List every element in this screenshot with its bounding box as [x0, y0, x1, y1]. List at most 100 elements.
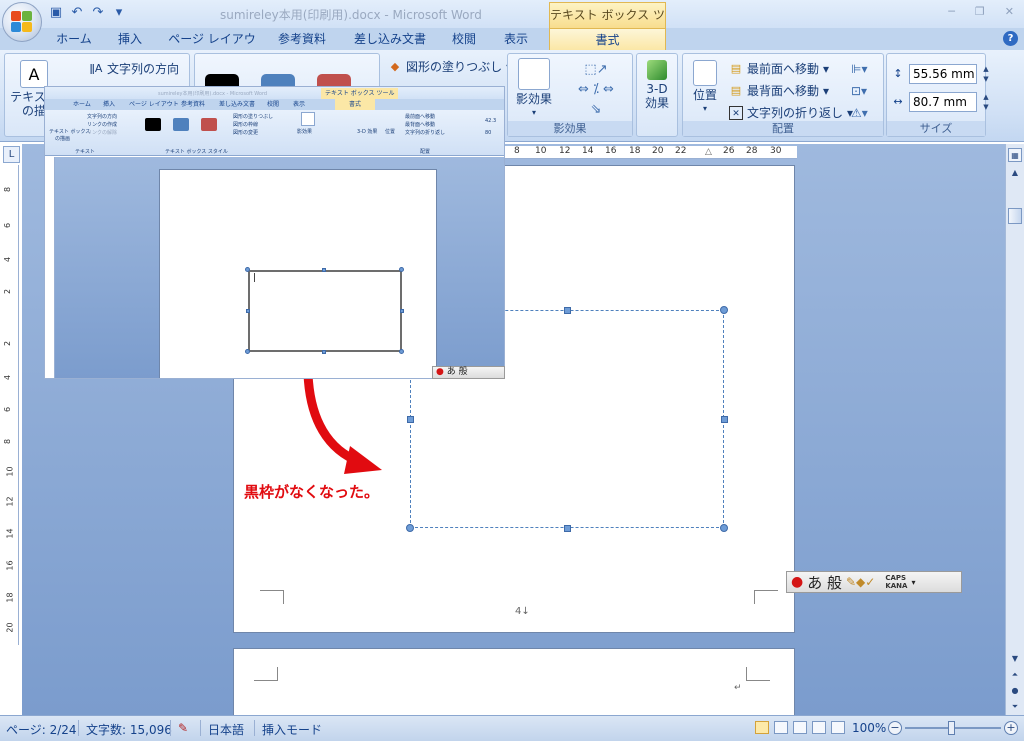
- undo-icon[interactable]: ↶: [69, 5, 85, 21]
- help-icon[interactable]: ?: [1003, 31, 1018, 46]
- quick-access-toolbar: ▣ ↶ ↷ ▾: [48, 4, 127, 22]
- previous-page-icon[interactable]: ⏶: [1008, 668, 1022, 682]
- status-insert-mode[interactable]: 挿入モード: [262, 721, 322, 738]
- full-screen-reading-icon[interactable]: [774, 721, 788, 734]
- inset-text: 配置: [420, 149, 431, 155]
- tab-mailings[interactable]: 差し込み文書: [348, 28, 432, 50]
- inset-text: 最前面へ移動: [405, 114, 436, 120]
- inset-handle: [399, 267, 404, 272]
- inset-tab: 参考資料: [181, 101, 206, 108]
- send-to-back-button[interactable]: ▤ 最背面へ移動 ▾: [729, 82, 829, 99]
- scroll-down-icon[interactable]: ▼: [1008, 652, 1022, 666]
- shadow-effects-button[interactable]: 影効果 ▾: [512, 58, 556, 120]
- tab-selector[interactable]: L: [3, 146, 20, 163]
- align-group-rotate-icons[interactable]: ⊫▾ ⊡▾ ⚠▾: [851, 58, 868, 124]
- ime-toolbar[interactable]: ● あ 般 ✎◆✓ CAPS KANA ▾: [786, 571, 962, 593]
- tab-home[interactable]: ホーム: [52, 28, 96, 50]
- save-icon[interactable]: ▣: [48, 5, 64, 21]
- customize-qat-icon[interactable]: ▾: [111, 5, 127, 21]
- text-direction-button[interactable]: ǁA 文字列の方向: [89, 60, 180, 77]
- inset-handle: [400, 309, 404, 313]
- page-2[interactable]: ↵: [233, 648, 795, 718]
- height-input[interactable]: 55.56 mm: [909, 64, 977, 84]
- group-arrange: 位置 ▾ ▤ 最前面へ移動 ▾ ▤ 最背面へ移動 ▾ ✕ 文字列の折り返し ▾ …: [682, 53, 884, 137]
- next-page-icon[interactable]: ⏷: [1008, 700, 1022, 714]
- ruler-toggle-icon[interactable]: ▦: [1008, 148, 1022, 162]
- chevron-down-icon: ▾: [702, 104, 707, 113]
- resize-handle[interactable]: [720, 524, 728, 532]
- status-language[interactable]: 日本語: [208, 721, 244, 738]
- vruler-tick: 2: [3, 340, 13, 347]
- ruler-tick: 26: [723, 146, 735, 156]
- tab-review[interactable]: 校閲: [446, 28, 482, 50]
- vruler-tick: 8: [3, 186, 13, 193]
- zoom-out-icon[interactable]: −: [888, 721, 902, 735]
- close-icon[interactable]: ✕: [1005, 5, 1014, 18]
- position-button[interactable]: 位置 ▾: [687, 60, 723, 116]
- ime-icon[interactable]: ●: [791, 574, 803, 590]
- ime-tools-icon[interactable]: ✎◆✓: [846, 575, 875, 589]
- height-icon: ↕: [893, 67, 903, 80]
- resize-handle[interactable]: [407, 416, 414, 423]
- vruler-tick: 4: [3, 256, 13, 263]
- chevron-down-icon: ▾: [531, 108, 536, 117]
- annotation-caption: 黒枠がなくなった。: [244, 483, 380, 501]
- ime-mode-text[interactable]: あ 般: [807, 572, 842, 593]
- inset-swatch-red: [201, 118, 217, 131]
- minimize-icon[interactable]: ─: [948, 5, 955, 18]
- 3d-label-1: 3-D: [646, 82, 668, 96]
- office-button[interactable]: [2, 2, 42, 42]
- status-separator: [254, 720, 255, 736]
- resize-handle[interactable]: [720, 306, 728, 314]
- resize-handle[interactable]: [406, 524, 414, 532]
- height-spinner[interactable]: ▲ ▼: [981, 64, 991, 84]
- width-icon: ↔: [893, 95, 903, 108]
- bring-to-front-button[interactable]: ▤ 最前面へ移動 ▾: [729, 60, 829, 77]
- outline-view-icon[interactable]: [812, 721, 826, 734]
- tab-view[interactable]: 表示: [498, 28, 534, 50]
- tab-references[interactable]: 参考資料: [272, 28, 332, 50]
- text-wrap-button[interactable]: ✕ 文字列の折り返し ▾: [729, 104, 853, 121]
- vertical-scrollbar[interactable]: ▦ ▲ ▼ ⏶ ● ⏷: [1005, 144, 1024, 715]
- tab-page-layout[interactable]: ページ レイアウト: [164, 28, 260, 68]
- title-bar: ▣ ↶ ↷ ▾ sumireley本用(印刷用).docx - Microsof…: [0, 0, 1024, 46]
- redo-icon[interactable]: ↷: [90, 5, 106, 21]
- chevron-down-icon: ▾: [823, 83, 830, 98]
- shape-fill-button[interactable]: ◆ 図形の塗りつぶし ▾: [388, 58, 512, 75]
- width-spinner[interactable]: ▲ ▼: [981, 92, 991, 112]
- print-layout-view-icon[interactable]: [755, 721, 769, 734]
- resize-handle[interactable]: [721, 416, 728, 423]
- draft-view-icon[interactable]: [831, 721, 845, 734]
- status-page[interactable]: ページ: 2/24: [6, 721, 77, 738]
- horizontal-ruler: 8 10 12 14 16 18 20 22 △ 26 28 30: [505, 146, 797, 159]
- resize-handle[interactable]: [564, 525, 571, 532]
- 3d-effects-button[interactable]: 3-D 効果: [639, 60, 675, 110]
- scroll-up-icon[interactable]: ▲: [1008, 166, 1022, 180]
- indent-marker-icon[interactable]: △: [705, 147, 712, 157]
- ruler-tick: 30: [770, 146, 782, 156]
- restore-icon[interactable]: ❐: [975, 5, 985, 18]
- shadow-nudge-icons[interactable]: ⬚↗ ⇔ ⁒ ⇔ ⇘: [566, 60, 626, 120]
- tab-insert[interactable]: 挿入: [112, 28, 148, 50]
- vruler-tick: 20: [5, 622, 15, 633]
- arrange-group-label: 配置: [683, 121, 883, 136]
- width-input[interactable]: 80.7 mm: [909, 92, 977, 112]
- browse-object-icon[interactable]: ●: [1008, 684, 1022, 698]
- zoom-in-icon[interactable]: +: [1004, 721, 1018, 735]
- margin-corner-mark: [260, 590, 284, 604]
- web-layout-icon[interactable]: [793, 721, 807, 734]
- inset-text: 最背面へ移動: [405, 122, 436, 128]
- ime-menu-icon[interactable]: ▾: [911, 578, 915, 587]
- inset-text: 3-D 効果: [357, 129, 378, 135]
- zoom-level[interactable]: 100%: [852, 721, 886, 735]
- resize-handle[interactable]: [564, 307, 571, 314]
- tab-format[interactable]: 書式: [549, 28, 666, 50]
- scroll-thumb[interactable]: [1008, 208, 1022, 224]
- proofing-icon[interactable]: ✎: [178, 721, 188, 735]
- zoom-slider-knob[interactable]: [948, 721, 955, 735]
- status-word-count[interactable]: 文字数: 15,096: [86, 721, 172, 738]
- ime-toolbar-small: ● あ 般: [432, 366, 505, 379]
- vruler-tick: 2: [3, 288, 13, 295]
- inset-text: テキスト ボックス スタイル: [165, 149, 228, 155]
- status-bar: ページ: 2/24 文字数: 15,096 ✎ 日本語 挿入モード 100% −…: [0, 715, 1024, 741]
